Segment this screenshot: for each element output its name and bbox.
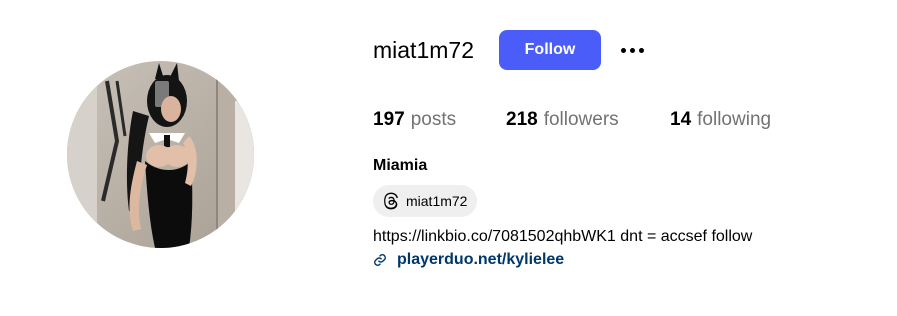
following-number: 14 (670, 109, 692, 130)
following-label: following (697, 109, 772, 130)
profile-stats: 197 posts 218 followers 14 following (373, 107, 771, 133)
posts-number: 197 (373, 109, 405, 130)
bio-link-text: playerduo.net/kylielee (397, 251, 565, 268)
more-horizontal-icon-dot (630, 47, 636, 53)
profile-username[interactable]: miat1m72 (373, 30, 474, 70)
following-link[interactable]: 14 following (670, 109, 771, 131)
threads-badge[interactable]: miat1m72 (373, 185, 478, 217)
posts-label: posts (410, 109, 457, 130)
bio-external-link[interactable]: playerduo.net/kylielee (373, 249, 564, 271)
profile-avatar[interactable] (67, 61, 254, 248)
followers-number: 218 (506, 109, 538, 130)
posts-count[interactable]: 197 posts (373, 109, 506, 131)
link-icon (373, 252, 389, 268)
more-horizontal-icon (621, 47, 627, 53)
more-horizontal-icon-dot (639, 47, 645, 53)
avatar-photo (67, 61, 254, 248)
threads-handle: miat1m72 (406, 193, 468, 209)
bio-text: https://linkbio.co/7081502qhbWK1 dnt = a… (373, 228, 753, 245)
profile-header: miat1m72 Follow 197 posts 218 followers … (0, 0, 897, 316)
profile-header-row: miat1m72 Follow (373, 30, 648, 70)
profile-full-name: Miamia (373, 157, 428, 174)
follow-button[interactable]: Follow (498, 30, 601, 70)
followers-label: followers (543, 109, 619, 130)
followers-link[interactable]: 218 followers (506, 109, 670, 131)
more-options-button[interactable] (618, 30, 648, 70)
threads-icon (381, 191, 401, 211)
